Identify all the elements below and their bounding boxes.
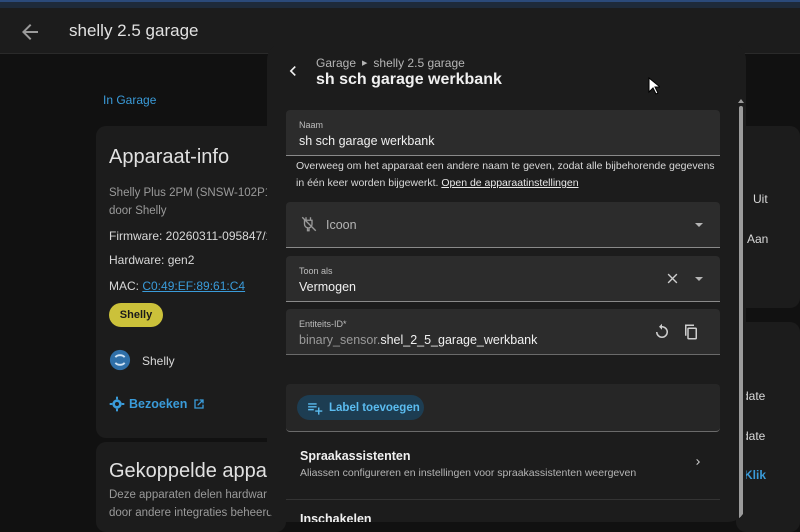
icon-placeholder: Icoon (326, 218, 357, 232)
divider (286, 499, 720, 500)
voice-assistants-title: Spraakassistenten (300, 449, 411, 463)
gear-icon (109, 396, 125, 412)
linked-devices-card: Gekoppelde apparaten Deze apparaten dele… (96, 442, 313, 532)
mouse-cursor-icon (648, 77, 660, 95)
breadcrumb-area[interactable]: Garage (316, 56, 356, 70)
dropdown-arrow-icon[interactable] (695, 223, 703, 227)
show-as-select[interactable]: Toon als Vermogen (286, 256, 720, 302)
name-input[interactable]: sh sch garage werkbank (299, 134, 435, 148)
name-field[interactable]: Naam sh sch garage werkbank (286, 110, 720, 156)
breadcrumb-device[interactable]: shelly 2.5 garage (373, 56, 464, 70)
press-button[interactable]: Klik (744, 468, 766, 482)
breadcrumb-separator-icon: ▶ (362, 60, 368, 67)
mac-link[interactable]: C0:49:EF:89:61:C4 (142, 279, 245, 293)
device-info-title: Apparaat-info (109, 146, 230, 168)
copy-icon[interactable] (682, 323, 700, 341)
device-model: Shelly Plus 2PM (SNSW-102P16EU) door She… (109, 187, 289, 217)
show-as-value: Vermogen (299, 280, 356, 294)
open-in-new-icon (194, 399, 205, 409)
voice-assistants-subtitle: Aliassen configureren en instellingen vo… (300, 467, 637, 479)
visit-label: Bezoeken (129, 397, 188, 411)
entity-id-input[interactable]: binary_sensor.shel_2_5_garage_werkbank (299, 333, 537, 347)
power-plug-off-icon (301, 216, 317, 232)
shelly-logo-icon (109, 349, 131, 371)
window-top-strip (0, 0, 800, 8)
entity-id-label: Entiteits-ID* (299, 319, 347, 329)
playlist-plus-icon (308, 403, 323, 415)
device-info-card: Apparaat-info Shelly Plus 2PM (SNSW-102P… (96, 126, 289, 438)
icon-picker[interactable]: Icoon (286, 202, 720, 248)
name-label: Naam (299, 120, 324, 130)
chevron-right-icon (696, 459, 700, 465)
dialog-title: sh sch garage werkbank (316, 71, 502, 88)
scrollbar[interactable] (739, 106, 743, 522)
integration-name: Shelly (142, 354, 175, 368)
firmware-text: Firmware: 20260311-095847/1 (109, 229, 273, 243)
visit-button[interactable]: Bezoeken (109, 396, 207, 412)
next-section-title: Inschakelen (300, 512, 372, 522)
device-settings-link[interactable]: Open de apparaatinstellingen (441, 177, 578, 189)
chevron-left-icon[interactable] (283, 61, 303, 81)
entity-id-field[interactable]: Entiteits-ID* binary_sensor.shel_2_5_gar… (286, 309, 720, 355)
integration-chip[interactable]: Shelly (109, 303, 163, 327)
add-label-text: Label toevoegen (329, 401, 420, 414)
voice-assistants-row[interactable]: Spraakassistenten Aliassen configureren … (286, 440, 720, 488)
linked-devices-text: Deze apparaten delen hardware door ander… (109, 489, 274, 519)
labels-section: Label toevoegen (286, 384, 720, 432)
state-off: Uit (753, 192, 768, 206)
dropdown-arrow-icon[interactable] (695, 277, 703, 281)
area-link[interactable]: In Garage (103, 93, 156, 107)
close-icon[interactable] (665, 271, 680, 286)
show-as-label: Toon als (299, 266, 333, 276)
hardware-text: Hardware: gen2 (109, 253, 195, 267)
scroll-up-arrow-icon[interactable] (738, 99, 744, 103)
restore-icon[interactable] (653, 323, 671, 341)
page-title: shelly 2.5 garage (69, 21, 199, 40)
name-helper-text: Overweeg om het apparaat een andere naam… (296, 160, 715, 189)
add-label-button[interactable]: Label toevoegen (297, 395, 424, 420)
breadcrumb: Garage ▶ shelly 2.5 garage (316, 56, 465, 70)
arrow-left-icon[interactable] (18, 20, 42, 44)
state-on: Aan (747, 232, 769, 246)
entity-settings-dialog: Garage ▶ shelly 2.5 garage sh sch garage… (267, 42, 746, 522)
mac-text: MAC: C0:49:EF:89:61:C4 (109, 279, 246, 293)
